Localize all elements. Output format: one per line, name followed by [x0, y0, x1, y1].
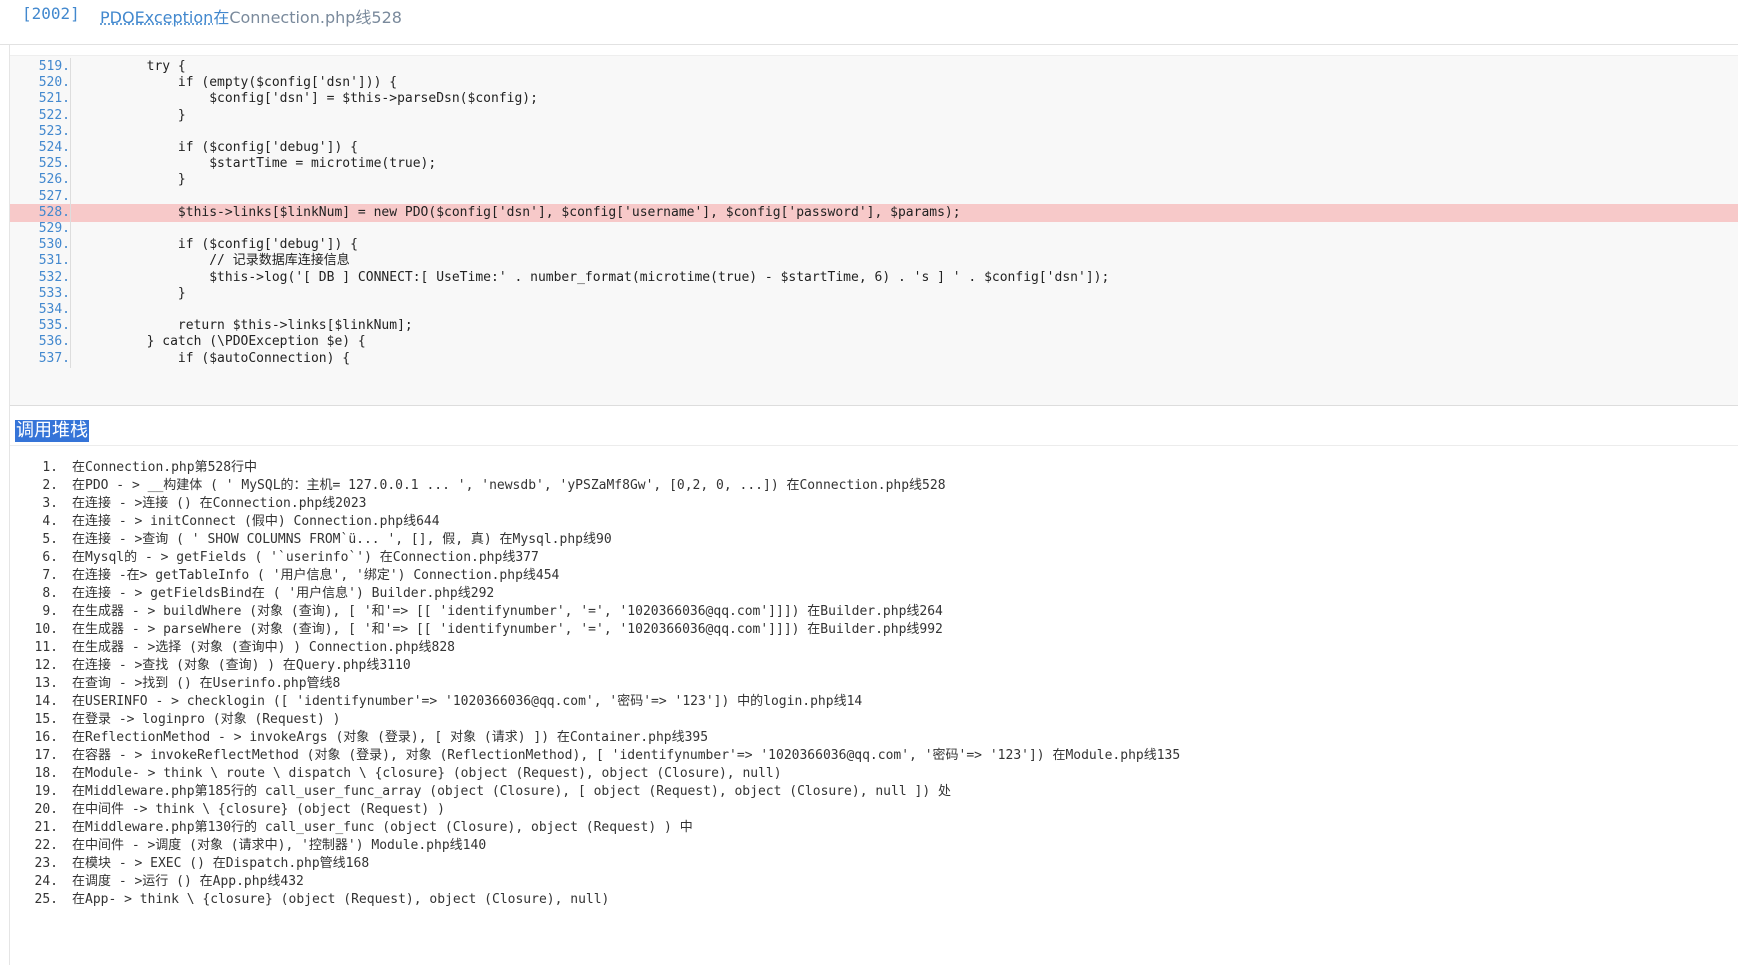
at-label: 在: [213, 8, 230, 27]
stack-frame-index: 18.: [34, 766, 58, 781]
stack-frame: 12. 在连接 - >查找 (对象 (查询) ) 在Query.php线3110: [0, 656, 1738, 676]
stack-frame: 21. 在Middleware.php第130行的 call_user_func …: [0, 818, 1738, 838]
exception-link[interactable]: PDOException: [100, 8, 213, 27]
stack-frame: 20. 在中间件 -> think \ {closure} (object (Re…: [0, 800, 1738, 820]
stack-frame-index: 11.: [34, 640, 58, 655]
stack-frame-index: 3.: [42, 496, 58, 511]
stack-frame-text: 在查询 - >找到 () 在Userinfo.php管线8: [72, 676, 341, 691]
stack-frame-index: 24.: [34, 874, 58, 889]
stack-frame-text: 在中间件 - >调度 (对象 (请求中), '控制器') Module.php线…: [72, 838, 487, 853]
stack-frame: 9. 在生成器 - > buildWhere (对象 (查询), [ '和'=> …: [0, 602, 1738, 622]
divider: [10, 445, 1738, 446]
stack-frame-index: 17.: [34, 748, 58, 763]
stack-frame-text: 在容器 - > invokeReflectMethod (对象 (登录), 对象…: [72, 748, 1181, 763]
stack-frame: 16. 在ReflectionMethod - > invokeArgs (对象 …: [0, 728, 1738, 748]
stack-frame-text: 在生成器 - > buildWhere (对象 (查询), [ '和'=> [[…: [72, 604, 943, 619]
stack-frame: 6. 在Mysql的 - > getFields ( '`userinfo`') …: [0, 548, 1738, 568]
stack-frame-text: 在连接 - >连接 () 在Connection.php线2023: [72, 496, 367, 511]
stack-frame: 2. 在PDO - > __构建体 ( ' MySQL的：主机= 127.0.0.…: [0, 476, 1738, 496]
stack-frame-text: 在Module- > think \ route \ dispatch \ {c…: [72, 766, 782, 781]
stack-frame: 14. 在USERINFO - > checklogin ([ 'identify…: [0, 692, 1738, 712]
stack-frame-index: 21.: [34, 820, 58, 835]
stack-frame: 4. 在连接 - > initConnect (假中) Connection.ph…: [0, 512, 1738, 532]
stack-frame-index: 7.: [42, 568, 58, 583]
stack-frame-text: 在调度 - >运行 () 在App.php线432: [72, 874, 304, 889]
stack-frame-text: 在登录 -> loginpro (对象 (Request) ): [72, 712, 341, 727]
error-code: [2002]: [22, 4, 80, 23]
stack-frame-text: 在生成器 - >选择 (对象 (查询中) ) Connection.php线82…: [72, 640, 455, 655]
stack-frame-text: 在连接 -在> getTableInfo ( '用户信息', '绑定') Con…: [72, 568, 560, 583]
call-stack-title: 调用堆栈: [15, 420, 89, 442]
stack-frame-index: 9.: [42, 604, 58, 619]
stack-frame: 13. 在查询 - >找到 () 在Userinfo.php管线8: [0, 674, 1738, 694]
stack-frame-text: 在App- > think \ {closure} (object (Reque…: [72, 892, 610, 907]
stack-frame: 3. 在连接 - >连接 () 在Connection.php线2023: [0, 494, 1738, 514]
stack-frame-index: 12.: [34, 658, 58, 673]
stack-frame: 24. 在调度 - >运行 () 在App.php线432: [0, 872, 1738, 892]
stack-frame-index: 23.: [34, 856, 58, 871]
stack-frame-index: 8.: [42, 586, 58, 601]
stack-frame-text: 在模块 - > EXEC () 在Dispatch.php管线168: [72, 856, 370, 871]
stack-frame-text: 在Mysql的 - > getFields ( '`userinfo`') 在C…: [72, 550, 539, 565]
line-code: if ($autoConnection) {: [84, 350, 351, 366]
line-number: 537.: [10, 349, 71, 368]
stack-frame-text: 在Connection.php第528行中: [72, 460, 258, 475]
stack-frame: 17. 在容器 - > invokeReflectMethod (对象 (登录),…: [0, 746, 1738, 766]
stack-frame-index: 19.: [34, 784, 58, 799]
stack-frame: 22. 在中间件 - >调度 (对象 (请求中), '控制器') Module.p…: [0, 836, 1738, 856]
stack-frame-text: 在ReflectionMethod - > invokeArgs (对象 (登录…: [72, 730, 709, 745]
stack-frame-index: 4.: [42, 514, 58, 529]
error-message: PDOException在Connection.php线528: [100, 4, 402, 28]
stack-frame: 19. 在Middleware.php第185行的 call_user_func_…: [0, 782, 1738, 802]
source-code-panel: 519. try {520. if (empty($config['dsn'])…: [10, 55, 1738, 406]
stack-frame-index: 1.: [42, 460, 58, 475]
stack-frame: 1. 在Connection.php第528行中: [0, 458, 1738, 478]
stack-frame: 18. 在Module- > think \ route \ dispatch \…: [0, 764, 1738, 784]
stack-frame-index: 16.: [34, 730, 58, 745]
stack-frame-text: 在Middleware.php第130行的 call_user_func (ob…: [72, 820, 693, 835]
stack-frame: 5. 在连接 - >查询 ( ' SHOW COLUMNS FROM`ü... '…: [0, 530, 1738, 550]
stack-frame-text: 在连接 - >查询 ( ' SHOW COLUMNS FROM`ü... ', …: [72, 532, 612, 547]
error-header: [2002] PDOException在Connection.php线528: [0, 0, 1738, 45]
stack-frame-text: 在Middleware.php第185行的 call_user_func_arr…: [72, 784, 951, 799]
stack-frame: 8. 在连接 - > getFieldsBind在 ( '用户信息') Build…: [0, 584, 1738, 604]
stack-frame-index: 10.: [34, 622, 58, 637]
stack-frame-text: 在连接 - > getFieldsBind在 ( '用户信息') Builder…: [72, 586, 495, 601]
stack-frame-text: 在连接 - > initConnect (假中) Connection.php线…: [72, 514, 440, 529]
stack-frame-text: 在PDO - > __构建体 ( ' MySQL的：主机= 127.0.0.1 …: [72, 478, 946, 493]
stack-frame: 25. 在App- > think \ {closure} (object (Re…: [0, 890, 1738, 910]
stack-frame-index: 14.: [34, 694, 58, 709]
stack-frame-text: 在生成器 - > parseWhere (对象 (查询), [ '和'=> [[…: [72, 622, 943, 637]
stack-frame-text: 在中间件 -> think \ {closure} (object (Reque…: [72, 802, 445, 817]
stack-frame: 15. 在登录 -> loginpro (对象 (Request) ): [0, 710, 1738, 730]
stack-frame: 11. 在生成器 - >选择 (对象 (查询中) ) Connection.php…: [0, 638, 1738, 658]
exception-file: Connection.php线528: [229, 8, 402, 27]
stack-frame-index: 15.: [34, 712, 58, 727]
stack-frame-index: 13.: [34, 676, 58, 691]
stack-frame: 10. 在生成器 - > parseWhere (对象 (查询), [ '和'=>…: [0, 620, 1738, 640]
stack-frame-text: 在USERINFO - > checklogin ([ 'identifynum…: [72, 694, 863, 709]
stack-frame-index: 2.: [42, 478, 58, 493]
stack-frame: 7. 在连接 -在> getTableInfo ( '用户信息', '绑定') C…: [0, 566, 1738, 586]
stack-frame-index: 22.: [34, 838, 58, 853]
stack-frame: 23. 在模块 - > EXEC () 在Dispatch.php管线168: [0, 854, 1738, 874]
stack-frame-text: 在连接 - >查找 (对象 (查询) ) 在Query.php线3110: [72, 658, 411, 673]
source-line: 537. if ($autoConnection) {: [10, 349, 1738, 368]
stack-frame-index: 6.: [42, 550, 58, 565]
stack-frame-index: 5.: [42, 532, 58, 547]
stack-frame-index: 25.: [34, 892, 58, 907]
stack-frame-index: 20.: [34, 802, 58, 817]
